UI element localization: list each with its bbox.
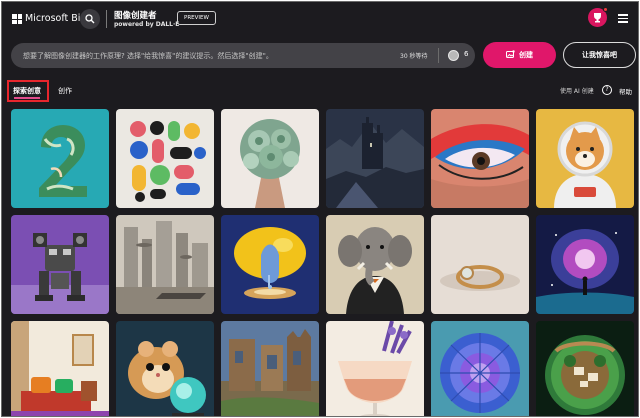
gallery-item-4[interactable] [326,109,424,208]
top-header: Microsoft Bing 图像创建者 powered by DALL·E P… [2,2,638,36]
prompt-input[interactable] [23,43,383,68]
tab-highlight-box [7,80,49,102]
app-subtitle: powered by DALL·E [114,21,180,28]
boost-count: 6 [464,50,469,58]
dark-gothic-castle-image [326,109,424,208]
create-button[interactable]: 创建 [483,42,556,68]
gallery-item-2[interactable] [116,109,214,208]
gallery-item-16[interactable] [326,321,424,416]
prompt-divider [438,48,439,63]
gallery-item-12[interactable] [536,215,634,314]
gallery-item-5[interactable] [431,109,529,208]
hamster-crystal-ball-image [116,321,214,416]
gallery-item-11[interactable] [431,215,529,314]
preview-badge: PREVIEW [177,11,216,25]
hamburger-menu-icon[interactable] [618,14,628,23]
purple-robot-image [11,215,109,314]
gallery-item-14[interactable] [116,321,214,416]
app-window: Microsoft Bing 图像创建者 powered by DALL·E P… [1,1,639,417]
floral-cocktail-image [326,321,424,416]
create-image-icon [506,50,515,58]
prompt-bar: 30 秒等待 6 [11,43,475,68]
abstract-colorful-shapes-image [116,109,214,208]
gallery-item-1[interactable] [11,109,109,208]
gallery-item-6[interactable] [536,109,634,208]
search-icon [85,14,95,24]
colorful-bedroom-image [11,321,109,416]
gallery-item-10[interactable] [326,215,424,314]
stone-ruins-painting-image [221,321,319,416]
tab-creations[interactable]: 创作 [58,86,72,96]
gallery-item-9[interactable] [221,215,319,314]
gallery-item-17[interactable] [431,321,529,416]
gallery-item-18[interactable] [536,321,634,416]
lemon-faucet-surreal-image [221,215,319,314]
shiba-astronaut-image [536,109,634,208]
header-divider [106,10,107,28]
create-with-ai-link[interactable]: 使用 AI 创建 [560,86,594,95]
terrarium-village-image [536,321,634,416]
app-title: 图像创建者 [114,11,157,21]
gallery-item-8[interactable] [116,215,214,314]
notification-dot [603,7,608,12]
create-button-label: 创建 [519,51,533,59]
wait-time-label: 30 秒等待 [400,53,428,60]
gallery-item-7[interactable] [11,215,109,314]
gold-ring-image [431,215,529,314]
help-link[interactable]: 帮助 [619,86,632,96]
elephant-in-tuxedo-image [326,215,424,314]
microsoft-logo-icon [12,14,22,24]
colorful-eye-makeup-image [431,109,529,208]
blue-dahlia-flower-image [431,321,529,416]
search-button[interactable] [80,9,100,29]
succulent-bouquet-image [221,109,319,208]
sepia-ruined-city-image [116,215,214,314]
gallery-item-15[interactable] [221,321,319,416]
gallery-item-13[interactable] [11,321,109,416]
galaxy-portal-person-image [536,215,634,314]
surprise-me-button[interactable]: 让我惊喜吧 [563,42,636,68]
leafy-number-two-image [11,109,109,208]
help-icon[interactable]: ? [602,85,612,95]
boost-coin-icon [448,50,459,61]
trophy-icon [594,13,601,23]
gallery-item-3[interactable] [221,109,319,208]
